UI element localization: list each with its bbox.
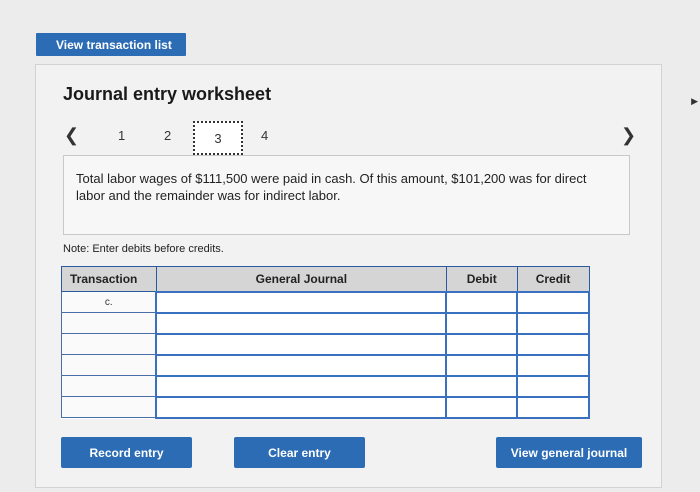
transaction-cell: [61, 354, 157, 376]
journal-table: Transaction General Journal Debit Credit…: [61, 266, 590, 419]
credit-input[interactable]: [516, 395, 590, 419]
chevron-right-icon[interactable]: ❯: [621, 125, 636, 146]
credit-header: Credit: [516, 266, 590, 292]
account-input[interactable]: [155, 374, 448, 398]
credit-input[interactable]: [516, 374, 590, 398]
debit-header: Debit: [445, 266, 518, 292]
transaction-cell: [61, 333, 157, 355]
general-journal-header: General Journal: [155, 266, 447, 292]
view-general-journal-button[interactable]: View general journal: [496, 437, 642, 468]
clear-entry-button[interactable]: Clear entry: [234, 437, 365, 468]
credit-input[interactable]: [516, 353, 590, 377]
account-input[interactable]: [155, 332, 448, 356]
view-transaction-list-button[interactable]: View transaction list: [36, 33, 186, 56]
table-row: [61, 374, 590, 398]
account-input[interactable]: [155, 311, 448, 335]
table-row: [61, 311, 590, 335]
account-input[interactable]: [155, 395, 448, 419]
table-row: [61, 353, 590, 377]
debit-input[interactable]: [445, 395, 519, 419]
account-input[interactable]: [155, 353, 448, 377]
debit-input[interactable]: [445, 311, 519, 335]
debit-input[interactable]: [445, 332, 519, 356]
page-1-link[interactable]: 1: [118, 128, 125, 143]
page-4-link[interactable]: 4: [261, 128, 268, 143]
entry-note: Note: Enter debits before credits.: [63, 243, 224, 255]
account-input[interactable]: [155, 290, 448, 314]
transaction-description: Total labor wages of $111,500 were paid …: [63, 155, 630, 235]
credit-input[interactable]: [516, 311, 590, 335]
table-row: c.: [61, 290, 590, 314]
table-row: [61, 395, 590, 419]
edge-arrow-icon: ▶: [691, 96, 698, 106]
worksheet-title: Journal entry worksheet: [63, 84, 272, 104]
record-entry-button[interactable]: Record entry: [61, 437, 192, 468]
journal-entry-worksheet-panel: Journal entry worksheet ❮ 1 2 3 4 ❯ Tota…: [35, 64, 662, 488]
transaction-cell: [61, 312, 157, 334]
transaction-header: Transaction: [61, 266, 157, 292]
debit-input[interactable]: [445, 290, 519, 314]
chevron-left-icon[interactable]: ❮: [64, 125, 79, 146]
transaction-cell: c.: [61, 291, 157, 313]
credit-input[interactable]: [516, 332, 590, 356]
page-2-link[interactable]: 2: [164, 128, 171, 143]
debit-input[interactable]: [445, 353, 519, 377]
transaction-cell: [61, 375, 157, 397]
transaction-cell: [61, 396, 157, 418]
debit-input[interactable]: [445, 374, 519, 398]
page-3-current[interactable]: 3: [193, 121, 243, 155]
table-row: [61, 332, 590, 356]
credit-input[interactable]: [516, 290, 590, 314]
